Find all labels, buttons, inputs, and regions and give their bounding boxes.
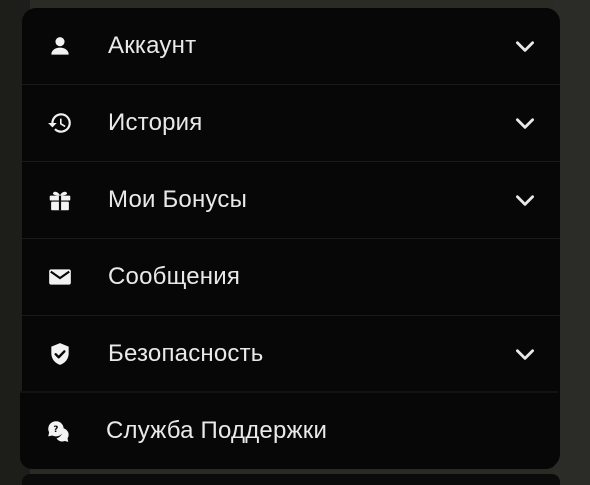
svg-text:?: ? [53,425,58,435]
chevron-down-icon[interactable] [512,33,538,59]
gift-icon [46,186,74,214]
history-icon [46,109,74,137]
menu-item-label: Мои Бонусы [108,186,248,213]
menu-item-bonuses[interactable]: Мои Бонусы [22,162,560,238]
chevron-down-icon[interactable] [512,110,538,136]
support-panel: ? Служба Поддержки [20,393,558,469]
menu-item-label: Служба Поддержки [106,417,328,444]
menu-item-label: Сообщения [108,263,241,290]
menu-item-label: История [108,109,203,136]
next-panel-edge [22,474,560,485]
chat-support-icon: ? [44,417,72,445]
mail-icon [46,263,74,291]
menu-item-account[interactable]: Аккаунт [22,8,560,84]
menu-item-support[interactable]: ? Служба Поддержки [20,393,558,469]
chevron-down-icon[interactable] [512,187,538,213]
chevron-down-icon[interactable] [512,341,538,367]
shield-check-icon [46,340,74,368]
menu-item-messages[interactable]: Сообщения [22,239,560,315]
menu-item-security[interactable]: Безопасность [22,316,560,392]
user-icon [46,32,74,60]
menu-item-label: Аккаунт [108,32,197,59]
menu-item-label: Безопасность [108,340,264,367]
menu-item-history[interactable]: История [22,85,560,161]
